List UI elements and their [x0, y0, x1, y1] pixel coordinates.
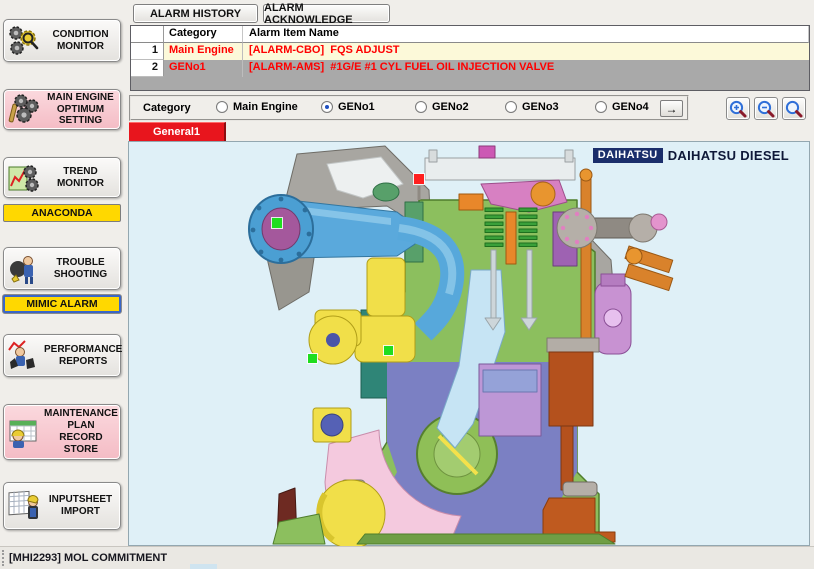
- sidebar-item-inputsheet-import[interactable]: INPUTSHEET IMPORT: [3, 482, 121, 530]
- sidebar-item-trend-monitor[interactable]: TREND MONITOR: [3, 157, 121, 198]
- sidebar-item-anaconda[interactable]: ANACONDA: [3, 204, 121, 222]
- zoom-search-button[interactable]: [782, 97, 806, 120]
- category-selector-bar: Category Main Engine GENo1 GENo2 GENo3 G…: [129, 95, 689, 121]
- sidebar-item-label: CONDITION MONITOR: [44, 29, 120, 53]
- alarm-category-cell: GENo1: [164, 60, 243, 77]
- gears-icon: [4, 91, 44, 129]
- status-indicator-green[interactable]: [272, 218, 282, 228]
- radio-icon: [216, 101, 228, 113]
- radio-icon: [321, 101, 333, 113]
- engine-cutaway-illustration: [129, 142, 811, 547]
- radio-geno2[interactable]: GENo2: [415, 101, 469, 113]
- alarm-item-cell: [ALARM-CBO] FQS ADJUST: [243, 43, 809, 60]
- column-header-category: Category: [164, 26, 243, 43]
- column-header-rownum: [131, 26, 164, 43]
- radio-geno3[interactable]: GENo3: [505, 101, 559, 113]
- alarm-indicator-red[interactable]: [414, 174, 424, 184]
- category-label: Category: [143, 102, 191, 114]
- zoom-in-icon: [728, 99, 748, 119]
- sidebar-item-condition-monitor[interactable]: CONDITION MONITOR: [3, 19, 121, 62]
- alarm-acknowledge-button[interactable]: ALARM ACKNOWLEDGE: [263, 4, 390, 23]
- report-chart-icon: [4, 337, 44, 375]
- sidebar-item-label: TROUBLE SHOOTING: [44, 257, 120, 281]
- spreadsheet-worker-icon: [4, 487, 44, 525]
- radio-geno1[interactable]: GENo1: [321, 101, 375, 113]
- sidebar-item-performance-reports[interactable]: PERFORMANCE REPORTS: [3, 334, 121, 377]
- sidebar-item-label: MAIN ENGINE OPTIMUM SETTING: [44, 92, 120, 127]
- zoom-out-icon: [756, 99, 776, 119]
- brand-logo: DAIHATSU DAIHATSU DIESEL: [593, 148, 789, 163]
- status-indicator-green[interactable]: [308, 354, 317, 363]
- next-category-button[interactable]: →: [660, 100, 683, 117]
- alarm-table-header: Category Alarm Item Name: [131, 26, 809, 43]
- alarm-item-cell: [ALARM-AMS] #1G/E #1 CYL FUEL OIL INJECT…: [243, 60, 809, 77]
- radio-main-engine[interactable]: Main Engine: [216, 101, 298, 113]
- sidebar-item-mimic-alarm[interactable]: MIMIC ALARM: [3, 295, 121, 313]
- right-arrow-icon: →: [666, 102, 678, 116]
- zoom-in-button[interactable]: [726, 97, 750, 120]
- sidebar-item-label: MAINTENANCE PLAN RECORD STORE: [44, 408, 121, 455]
- sidebar-item-main-engine-optimum-setting[interactable]: MAIN ENGINE OPTIMUM SETTING: [3, 89, 121, 130]
- zoom-out-button[interactable]: [754, 97, 778, 120]
- radio-geno4[interactable]: GENo4: [595, 101, 649, 113]
- alarm-table-row[interactable]: 2 GENo1 [ALARM-AMS] #1G/E #1 CYL FUEL OI…: [131, 60, 809, 77]
- alarm-list-table: Category Alarm Item Name 1 Main Engine […: [130, 25, 810, 91]
- row-number: 2: [131, 60, 164, 77]
- application-window: CONDITION MONITOR MAIN ENGINE OPTIMUM SE…: [0, 0, 814, 569]
- magnifier-icon: [784, 99, 804, 119]
- statusbar-fragment: [190, 564, 217, 569]
- radio-icon: [595, 101, 607, 113]
- alarm-table-row[interactable]: 1 Main Engine [ALARM-CBO] FQS ADJUST: [131, 43, 809, 60]
- row-number: 1: [131, 43, 164, 60]
- worker-icon: [4, 250, 44, 288]
- daihatsu-logo-badge: DAIHATSU: [593, 148, 663, 163]
- alarm-history-button[interactable]: ALARM HISTORY: [133, 4, 258, 23]
- trend-chart-icon: [4, 159, 44, 197]
- sidebar-item-trouble-shooting[interactable]: TROUBLE SHOOTING: [3, 247, 121, 290]
- calendar-worker-icon: [4, 413, 44, 451]
- radio-icon: [415, 101, 427, 113]
- sidebar-item-label: PERFORMANCE REPORTS: [44, 344, 125, 368]
- daihatsu-diesel-wordmark: DAIHATSU DIESEL: [668, 148, 789, 163]
- statusbar-text: [MHI2293] MOL COMMITMENT: [9, 552, 167, 564]
- radio-icon: [505, 101, 517, 113]
- column-header-alarm-item-name: Alarm Item Name: [243, 26, 809, 43]
- tab-general1[interactable]: General1: [129, 122, 226, 141]
- status-bar: [MHI2293] MOL COMMITMENT: [0, 546, 814, 569]
- statusbar-grip: [2, 550, 7, 566]
- sidebar-item-label: TREND MONITOR: [44, 166, 120, 190]
- sidebar-item-label: ANACONDA: [31, 207, 92, 219]
- sidebar-item-label: MIMIC ALARM: [26, 298, 97, 310]
- status-indicator-green[interactable]: [384, 346, 393, 355]
- sidebar-item-maintenance-plan-record-store[interactable]: MAINTENANCE PLAN RECORD STORE: [3, 404, 121, 460]
- alarm-category-cell: Main Engine: [164, 43, 243, 60]
- mimic-diagram-panel: DAIHATSU DAIHATSU DIESEL: [128, 141, 810, 546]
- gears-magnifier-icon: [4, 22, 44, 60]
- sidebar-item-label: INPUTSHEET IMPORT: [44, 494, 120, 518]
